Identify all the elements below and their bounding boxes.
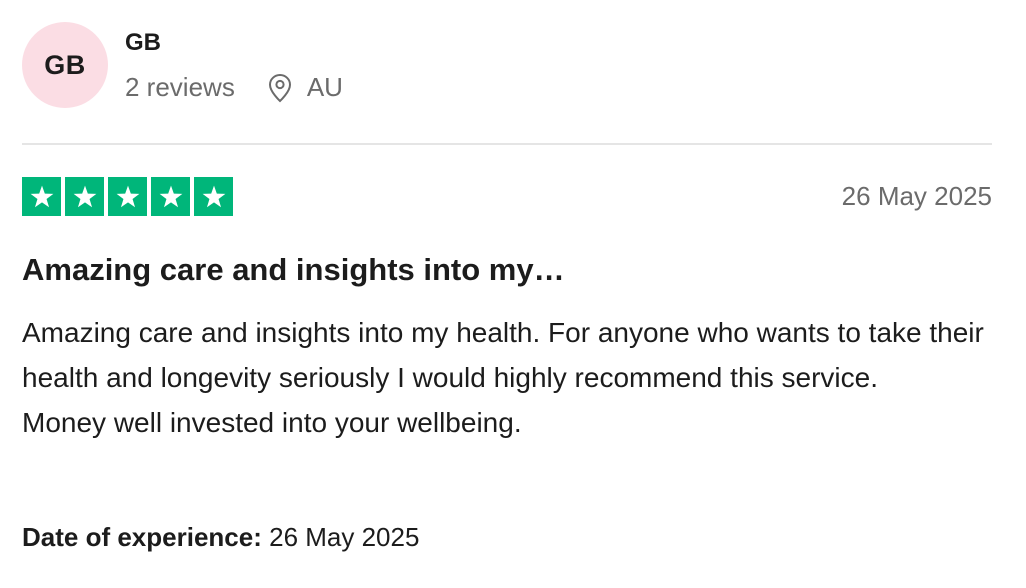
review-body-paragraph: Money well invested into your wellbeing. bbox=[22, 407, 522, 438]
reviewer-location: AU bbox=[306, 72, 343, 102]
star-icon bbox=[194, 177, 233, 216]
review-title[interactable]: Amazing care and insights into my… bbox=[22, 252, 565, 288]
experience-label: Date of experience: bbox=[22, 522, 262, 552]
review-card: GB GB 2 reviews AU 26 May 2025 Amazing c… bbox=[22, 0, 992, 588]
location-pin-icon bbox=[267, 73, 293, 103]
reviewer-meta: 2 reviews AU bbox=[125, 72, 343, 103]
review-date: 26 May 2025 bbox=[841, 181, 992, 211]
star-rating bbox=[22, 177, 233, 216]
date-of-experience: Date of experience: 26 May 2025 bbox=[22, 522, 419, 553]
star-icon bbox=[151, 177, 190, 216]
star-icon bbox=[65, 177, 104, 216]
reviewer-name[interactable]: GB bbox=[125, 29, 161, 57]
experience-date: 26 May 2025 bbox=[269, 522, 420, 552]
review-body: Amazing care and insights into my health… bbox=[22, 310, 992, 445]
avatar[interactable]: GB bbox=[22, 22, 108, 108]
star-icon bbox=[22, 177, 61, 216]
divider bbox=[22, 143, 992, 145]
review-body-paragraph: Amazing care and insights into my health… bbox=[22, 317, 984, 393]
review-count: 2 reviews bbox=[125, 72, 235, 102]
star-icon bbox=[108, 177, 147, 216]
reviewer-header: GB GB 2 reviews AU bbox=[22, 22, 992, 112]
